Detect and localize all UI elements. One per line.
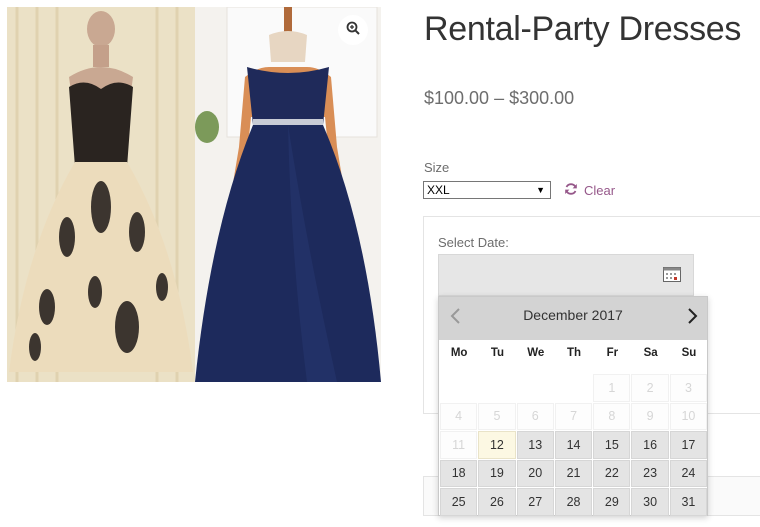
product-image[interactable] xyxy=(7,7,381,382)
weekday-label: Tu xyxy=(490,347,505,359)
day-cell: 3 xyxy=(669,374,708,402)
day-cell[interactable]: 28 xyxy=(554,488,593,516)
day-cell[interactable]: 31 xyxy=(669,488,708,516)
day-cell: 4 xyxy=(440,402,478,430)
day-cell[interactable]: 15 xyxy=(593,431,631,459)
weekday-header: Mo Tu We Th Fr Sa Su xyxy=(440,347,708,359)
day-cell[interactable]: 19 xyxy=(478,459,516,487)
refresh-icon xyxy=(564,182,578,199)
datepicker: December 2017 Mo Tu We Th Fr Sa Su 1 2 3 4 5 6 7 8 9 10… xyxy=(438,296,708,516)
day-cell-empty xyxy=(517,374,554,402)
weekday-label: Mo xyxy=(450,347,468,359)
product-title: Rental-Party Dresses xyxy=(424,10,742,48)
calendar-grid: 1 2 3 4 5 6 7 8 9 10 11 12 13 14 15 16 17 18 19 20 21 22 23 24 2… xyxy=(440,374,708,516)
size-label: Size xyxy=(424,160,450,175)
month-title: December 2017 xyxy=(523,307,623,323)
chevron-down-icon: ▼ xyxy=(536,185,545,195)
date-label: Select Date: xyxy=(438,235,509,250)
day-cell[interactable]: 27 xyxy=(516,488,554,516)
calendar-icon[interactable] xyxy=(663,266,681,287)
day-cell: 1 xyxy=(593,374,631,402)
day-cell: 7 xyxy=(554,402,593,430)
day-cell[interactable]: 12 xyxy=(478,431,516,459)
clear-label: Clear xyxy=(584,183,616,198)
day-cell: 11 xyxy=(440,431,478,459)
day-cell: 10 xyxy=(669,402,708,430)
zoom-in-icon xyxy=(346,21,360,40)
day-cell-empty xyxy=(440,374,477,402)
clear-variation-link[interactable]: Clear xyxy=(564,182,615,199)
day-cell-empty xyxy=(478,374,515,402)
zoom-button[interactable] xyxy=(338,15,368,45)
day-cell: 8 xyxy=(593,402,631,430)
day-cell[interactable]: 13 xyxy=(516,431,554,459)
weekday-label: Fr xyxy=(606,347,619,359)
day-cell[interactable]: 16 xyxy=(631,431,669,459)
day-cell[interactable]: 18 xyxy=(440,459,478,487)
weekday-label: Sa xyxy=(643,347,658,359)
day-cell: 6 xyxy=(516,402,554,430)
chevron-right-icon xyxy=(687,307,699,330)
day-cell[interactable]: 29 xyxy=(593,488,631,516)
day-cell[interactable]: 30 xyxy=(631,488,669,516)
day-cell[interactable]: 17 xyxy=(669,431,708,459)
weekday-label: We xyxy=(527,347,545,359)
day-cell-empty xyxy=(555,374,592,402)
date-input[interactable] xyxy=(438,254,694,296)
day-cell[interactable]: 20 xyxy=(516,459,554,487)
day-cell: 2 xyxy=(631,374,669,402)
day-cell[interactable]: 25 xyxy=(440,488,478,516)
weekday-label: Su xyxy=(681,347,697,359)
day-cell[interactable]: 26 xyxy=(478,488,516,516)
day-cell[interactable]: 23 xyxy=(631,459,669,487)
size-select[interactable]: XXL ▼ xyxy=(423,181,551,199)
datepicker-header: December 2017 xyxy=(439,297,707,340)
day-cell[interactable]: 21 xyxy=(554,459,593,487)
day-cell[interactable]: 14 xyxy=(554,431,593,459)
product-price: $100.00 – $300.00 xyxy=(424,88,575,108)
day-cell[interactable]: 24 xyxy=(669,459,708,487)
day-cell: 9 xyxy=(631,402,669,430)
day-cell[interactable]: 22 xyxy=(593,459,631,487)
day-cell: 5 xyxy=(478,402,516,430)
next-month-button[interactable] xyxy=(679,297,707,340)
weekday-label: Th xyxy=(567,347,582,359)
size-selected-value: XXL xyxy=(427,183,450,197)
